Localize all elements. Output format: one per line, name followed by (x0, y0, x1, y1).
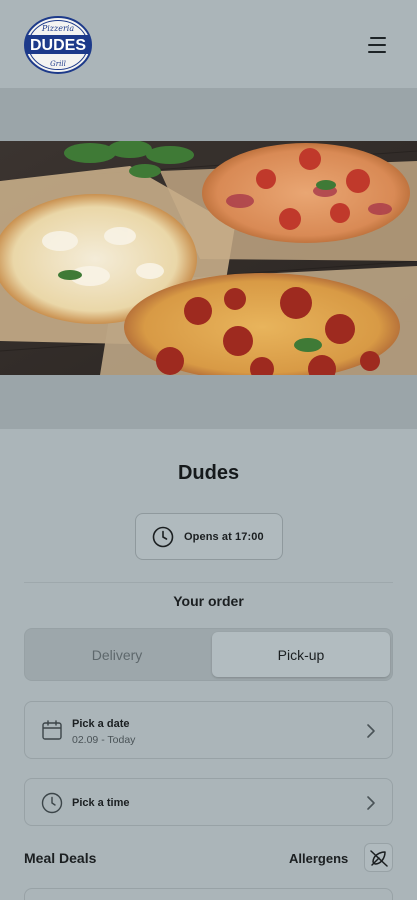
pickup-option[interactable]: Pick-up (212, 632, 390, 677)
clock-icon (152, 526, 174, 547)
selected-date-value: 02.09 - Today (72, 734, 136, 746)
pick-time-label: Pick a time (72, 797, 130, 809)
pick-date-label: Pick a date (72, 718, 130, 730)
logo-bottom-text: Grill (50, 60, 66, 68)
divider (24, 582, 393, 583)
allergens-link[interactable]: Allergens (289, 851, 348, 866)
clock-icon (41, 792, 63, 814)
order-mode-toggle: Delivery Pick-up (24, 628, 393, 681)
logo-top-text: Pizzeria (41, 24, 74, 33)
delivery-option[interactable]: Delivery (28, 632, 206, 677)
your-order-title: Your order (173, 593, 244, 609)
menu-item-card[interactable] (24, 888, 393, 900)
pizza-photo (0, 141, 417, 375)
store-name: Dudes (177, 462, 240, 484)
calendar-icon (42, 720, 62, 740)
pick-date-row[interactable]: Pick a date 02.09 - Today (24, 701, 393, 759)
menu-category-title: Meal Deals (24, 850, 97, 866)
brand-logo[interactable]: Pizzeria DUDES Grill (24, 16, 92, 74)
chevron-right-icon (367, 796, 375, 810)
pick-time-row[interactable]: Pick a time (24, 778, 393, 826)
hamburger-menu-icon[interactable] (366, 35, 390, 55)
opening-hours-text: Opens at 17:00 (184, 530, 264, 543)
allergens-button[interactable] (364, 843, 393, 872)
chevron-right-icon (367, 724, 375, 738)
logo-main-text: DUDES (30, 37, 86, 54)
opening-hours-badge: Opens at 17:00 (135, 513, 283, 560)
allergen-icon (369, 849, 388, 867)
app-header: Pizzeria DUDES Grill (0, 0, 417, 88)
